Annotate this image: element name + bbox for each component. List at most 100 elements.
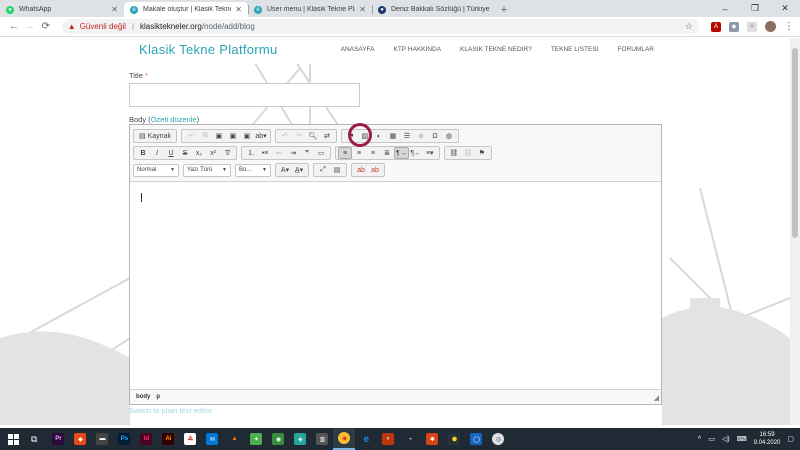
chrome-app-icon[interactable]: ◉ [333,428,356,450]
keyboard-icon[interactable]: ⌨ [737,435,747,443]
acrobat-extension-icon[interactable]: A [710,21,721,32]
undo-icon[interactable]: ↶ [278,130,292,142]
blockquote-icon[interactable]: ❞ [300,147,314,159]
photoshop-app-icon[interactable]: Ps [113,428,135,450]
show-blocks-icon[interactable]: ▤ [330,164,344,176]
media-app-icon[interactable]: ▬ [91,428,113,450]
nav-item-ktp-hakkinda[interactable]: KTP HAKKINDA [393,46,441,53]
blue-app-icon[interactable]: ◯ [465,428,487,450]
page-scrollbar[interactable] [790,38,800,425]
task-view-icon[interactable]: ⧉ [31,434,37,445]
indesign-app-icon[interactable]: Id [135,428,157,450]
edit-summary-link[interactable]: Özeti düzenle [151,115,197,124]
minimize-button[interactable]: – [710,4,740,14]
network-icon[interactable]: ▭ [708,435,715,443]
strike-red-icon[interactable]: ab [354,164,368,176]
special-char-icon[interactable]: Ω [428,130,442,142]
switch-plain-text-link[interactable]: Switch to plain text editor [129,406,212,415]
smiley-icon[interactable]: ☺ [414,130,428,142]
text-color-icon[interactable]: A▾ [278,164,292,176]
flash-icon[interactable]: ◐ [372,130,386,142]
link-icon[interactable]: ⛓ [447,147,461,159]
horizontal-line-icon[interactable]: ☰ [400,130,414,142]
bulleted-list-icon[interactable]: •≡ [258,147,272,159]
tab-close-icon[interactable]: ✕ [111,5,118,14]
size-select[interactable]: Bo... ▼ [235,163,271,177]
title-input[interactable] [129,83,360,107]
align-center-icon[interactable]: ≡ [352,147,366,159]
browser-tab-user-menu[interactable]: e User menu | Klasik Tekne Platformu ✕ [248,2,372,17]
speaker-app-icon[interactable]: ◒ [399,428,421,450]
shield-app-icon[interactable]: ⬟ [443,428,465,450]
address-bar[interactable]: ▲ Güvenli değil | klasiktekneler.org/nod… [61,19,699,34]
office-app-icon[interactable]: ◆ [69,428,91,450]
replace-icon[interactable]: ⇄ [320,130,334,142]
font-select[interactable]: Yazı Türü ▼ [183,163,231,177]
notifications-icon[interactable]: ▢ [787,435,794,443]
cut-icon[interactable]: ✂ [184,130,198,142]
iframe-globe-icon[interactable]: ◍ [442,130,456,142]
site-logo[interactable]: Klasik Tekne Platformu [139,42,278,57]
maps-app-icon[interactable]: ◉ [267,428,289,450]
paste-word-icon[interactable]: ▣ [240,130,254,142]
close-window-button[interactable]: ✕ [770,3,800,14]
unlink-icon[interactable]: ⛓ [461,147,475,159]
bookmark-star-icon[interactable]: ☆ [685,21,693,32]
numbered-list-icon[interactable]: ⒈ [244,147,258,159]
browser-tab-makale-olustur[interactable]: e Makale oluştur | Klasik Tekne Platform… [124,2,248,17]
green-app-icon[interactable]: ✦ [245,428,267,450]
scrollbar-thumb[interactable] [792,48,798,238]
language-icon[interactable]: ≡▾ [423,147,437,159]
paste-icon[interactable]: ▣ [212,130,226,142]
vpn-app-icon[interactable]: ✱ [421,428,443,450]
paste-text-icon[interactable]: ▣ [226,130,240,142]
mail-app-icon[interactable]: ✉ [201,428,223,450]
indent-icon[interactable]: ⇥ [286,147,300,159]
premiere-app-icon[interactable]: Pr [47,428,69,450]
illustrator-app-icon[interactable]: Ai [157,428,179,450]
new-tab-button[interactable]: + [496,2,512,17]
volume-icon[interactable]: ◁) [722,435,730,443]
copy-icon[interactable]: ⧉ [198,130,212,142]
anchor-icon[interactable]: ⚑ [475,147,489,159]
shield-extension-icon[interactable]: ◆ [728,21,739,32]
element-path-body[interactable]: body [136,394,150,400]
teal-app-icon[interactable]: ◈ [289,428,311,450]
maximize-button[interactable]: ❐ [740,3,770,14]
remove-format-icon[interactable]: T̸ [220,147,234,159]
find-icon[interactable]: 🔍︎ [306,130,320,142]
underline-icon[interactable]: U [164,147,178,159]
spellcheck-icon[interactable]: ab▾ [254,130,268,142]
table-icon[interactable]: ▦ [386,130,400,142]
reload-icon[interactable]: ⟳ [38,21,54,32]
redo-icon[interactable]: ↷ [292,130,306,142]
ltr-direction-icon[interactable]: ¶→ [394,147,409,159]
edge-app-icon[interactable]: e [355,428,377,450]
format-select[interactable]: Normal ▼ [133,163,179,177]
nav-item-anasayfa[interactable]: ANASAYFA [341,46,375,53]
bg-color-icon[interactable]: A̲▾ [292,164,306,176]
nav-item-tekne-listesi[interactable]: TEKNE LISTESI [551,46,599,53]
browser-menu-icon[interactable]: ⋮ [784,21,794,32]
windows-start-icon[interactable] [8,433,19,445]
outdent-icon[interactable]: ⇤ [272,147,286,159]
system-clock[interactable]: 16:59 9.04.2020 [754,431,781,447]
assistant-app-icon[interactable]: ◎ [487,428,509,450]
acrobat-app-icon[interactable]: ⟁ [179,428,201,450]
element-path-p[interactable]: p [156,394,160,400]
nav-item-klasik-tekne-nedir[interactable]: KLASIK TEKNE NEDIR? [460,46,532,53]
tab-close-icon[interactable]: ✕ [235,5,242,14]
div-container-icon[interactable]: ▭ [314,147,328,159]
bold-icon[interactable]: B [136,147,150,159]
store-app-icon[interactable]: ▥ [311,428,333,450]
browser-tab-whatsapp[interactable]: ● WhatsApp ✕ [0,2,124,17]
maximize-icon[interactable]: ⤢ [316,164,330,176]
nav-item-forumlar[interactable]: FORUMLAR [618,46,654,53]
forward-arrow-icon[interactable]: → [22,21,38,32]
filezilla-app-icon[interactable]: ◐ [377,428,399,450]
resize-handle-icon[interactable]: ◢ [654,394,659,402]
superscript-icon[interactable]: x² [206,147,220,159]
browser-tab-deniz-bakkali[interactable]: ● Deniz Bakkalı Sözlüğü | Türkiye [372,2,496,17]
justify-icon[interactable]: ≣ [380,147,394,159]
profile-avatar[interactable] [764,21,776,32]
